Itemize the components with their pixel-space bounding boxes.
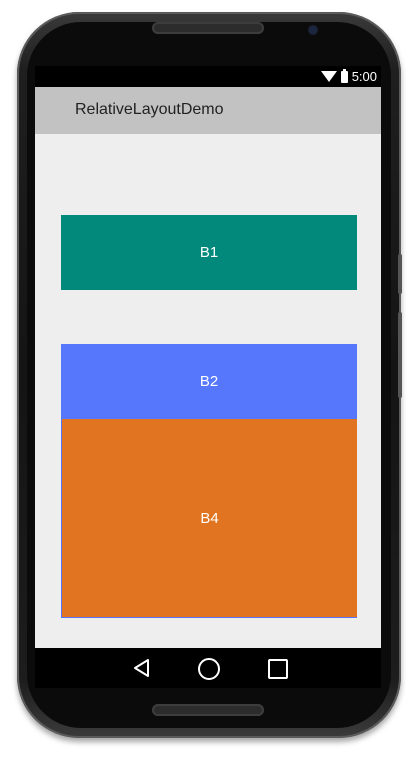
- power-button[interactable]: [398, 254, 402, 294]
- navigation-bar: [35, 648, 381, 688]
- status-bar: 5:00: [35, 66, 381, 87]
- battery-icon: [340, 68, 348, 83]
- status-time: 5:00: [351, 69, 377, 84]
- recent-apps-icon[interactable]: [268, 659, 288, 679]
- status-icons: 5:00: [320, 68, 377, 84]
- screen: 5:00 RelativeLayoutDemo B1 B2 B4: [35, 66, 381, 688]
- app-title: RelativeLayoutDemo: [75, 101, 224, 118]
- volume-button[interactable]: [398, 312, 402, 398]
- earpiece-speaker: [152, 22, 264, 34]
- front-camera: [309, 26, 317, 34]
- action-bar: RelativeLayoutDemo: [35, 87, 381, 134]
- button-b1[interactable]: B1: [61, 215, 357, 290]
- relative-layout: B1 B2 B4: [35, 134, 381, 648]
- bottom-speaker: [152, 704, 264, 716]
- home-icon[interactable]: [198, 658, 220, 680]
- back-icon[interactable]: [132, 658, 152, 678]
- wifi-icon: [320, 71, 337, 82]
- device-frame: 5:00 RelativeLayoutDemo B1 B2 B4: [0, 0, 416, 771]
- button-b2[interactable]: B2: [61, 344, 357, 419]
- button-b4[interactable]: B4: [61, 419, 357, 618]
